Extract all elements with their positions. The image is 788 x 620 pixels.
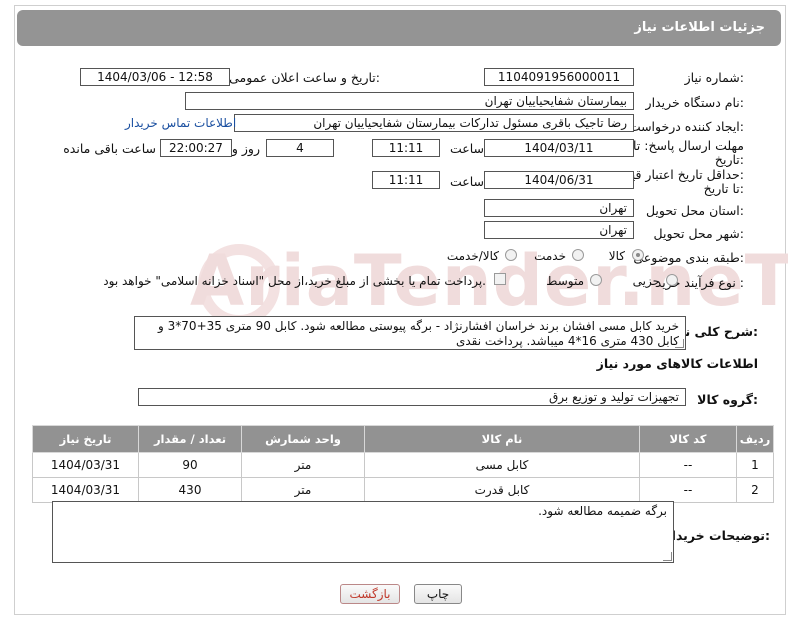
row-qty: 90: [138, 452, 242, 478]
creator-field: رضا تاجیک باقری مسئول تدارکات بیمارستان …: [234, 114, 634, 132]
buyer-notes-text: برگه ضمیمه مطالعه شود.: [538, 504, 667, 518]
description-textarea[interactable]: خرید کابل مسی افشان برند خراسان افشارنژا…: [134, 316, 686, 350]
buyer-org-label: نام دستگاه خریدار:: [645, 95, 744, 110]
remaining-time-field: 22:00:27: [160, 139, 232, 157]
province-label: استان محل تحویل:: [645, 203, 744, 218]
row-number: 1: [736, 452, 774, 478]
back-button[interactable]: بازگشت: [340, 584, 400, 604]
need-number-label: شماره نیاز:: [684, 70, 744, 85]
category-radio-both[interactable]: [505, 249, 517, 261]
goods-group-label: گروه کالا:: [697, 392, 758, 407]
buyer-org-field: بیمارستان شفایحیاییان تهران: [185, 92, 634, 110]
row-code: --: [639, 452, 737, 478]
row-qty: 430: [138, 477, 242, 503]
validity-label-line2: تا تاریخ:: [703, 181, 744, 196]
print-button[interactable]: چاپ: [414, 584, 462, 604]
category-option-service: خدمت: [534, 249, 566, 263]
panel-header: جزئیات اطلاعات نیاز: [17, 10, 781, 46]
row-name: کابل قدرت: [364, 477, 640, 503]
goods-section-title: اطلاعات کالاهای مورد نیاز: [596, 356, 758, 371]
row-number: 2: [736, 477, 774, 503]
category-option-goods: کالا: [608, 249, 625, 263]
deadline-date-field: 1404/03/11: [484, 139, 634, 157]
category-radio-goods[interactable]: [632, 249, 644, 261]
col-date: تاریخ نیاز: [32, 425, 139, 453]
goods-table: ردیف کد کالا نام کالا واحد شمارش تعداد /…: [32, 425, 774, 503]
category-radio-service[interactable]: [572, 249, 584, 261]
col-row: ردیف: [736, 425, 774, 453]
creator-label: ایجاد کننده درخواست:: [628, 119, 744, 134]
remaining-time-label: ساعت باقی مانده: [63, 141, 156, 156]
days-label: روز و: [231, 141, 260, 156]
announce-field: 1404/03/06 - 12:58: [80, 68, 230, 86]
col-unit: واحد شمارش: [241, 425, 365, 453]
resize-handle[interactable]: [663, 552, 672, 561]
col-code: کد کالا: [639, 425, 737, 453]
need-number-field: 1104091956000011: [484, 68, 634, 86]
deadline-label-line1: مهلت ارسال پاسخ: تا: [633, 138, 744, 153]
city-field: تهران: [484, 221, 634, 239]
table-row: 1 -- کابل مسی متر 90 1404/03/31: [32, 452, 774, 478]
row-name: کابل مسی: [364, 452, 640, 478]
province-field: تهران: [484, 199, 634, 217]
panel-title: جزئیات اطلاعات نیاز: [634, 20, 765, 35]
deadline-time-label: ساعت: [449, 141, 484, 156]
validity-time-label: ساعت: [449, 174, 484, 189]
deadline-time-field: 11:11: [372, 139, 440, 157]
process-radio-minor[interactable]: [666, 274, 678, 286]
buyer-notes-textarea[interactable]: برگه ضمیمه مطالعه شود.: [52, 501, 674, 563]
col-qty: تعداد / مقدار: [138, 425, 242, 453]
days-remaining-field: 4: [266, 139, 334, 157]
treasury-payment-checkbox[interactable]: [494, 273, 506, 285]
category-option-both: کالا/خدمت: [446, 249, 499, 263]
goods-group-field: تجهیزات تولید و توزیع برق: [138, 388, 686, 406]
validity-time-field: 11:11: [372, 171, 440, 189]
deadline-label-line2: تاریخ:: [714, 152, 744, 167]
process-radio-medium[interactable]: [590, 274, 602, 286]
validity-date-field: 1404/06/31: [484, 171, 634, 189]
description-text: خرید کابل مسی افشان برند خراسان افشارنژا…: [158, 319, 679, 348]
row-date: 1404/03/31: [32, 477, 139, 503]
buyer-notes-label: توضیحات خریدار:: [664, 528, 770, 543]
treasury-payment-note: پرداخت تمام یا بخشی از مبلغ خرید،از محل …: [103, 274, 486, 288]
row-unit: متر: [241, 452, 365, 478]
table-row: 2 -- کابل قدرت متر 430 1404/03/31: [32, 477, 774, 503]
row-unit: متر: [241, 477, 365, 503]
process-option-medium: متوسط: [546, 274, 584, 288]
category-label: طبقه بندی موضوعی:: [633, 250, 744, 265]
row-date: 1404/03/31: [32, 452, 139, 478]
resize-handle[interactable]: [675, 339, 684, 348]
col-name: نام کالا: [364, 425, 640, 453]
row-code: --: [639, 477, 737, 503]
city-label: شهر محل تحویل:: [653, 226, 744, 241]
contact-info-link[interactable]: اطلاعات تماس خریدار: [125, 116, 236, 130]
announce-label: تاریخ و ساعت اعلان عمومی:: [229, 70, 380, 85]
process-option-minor: جزیی: [632, 274, 660, 288]
